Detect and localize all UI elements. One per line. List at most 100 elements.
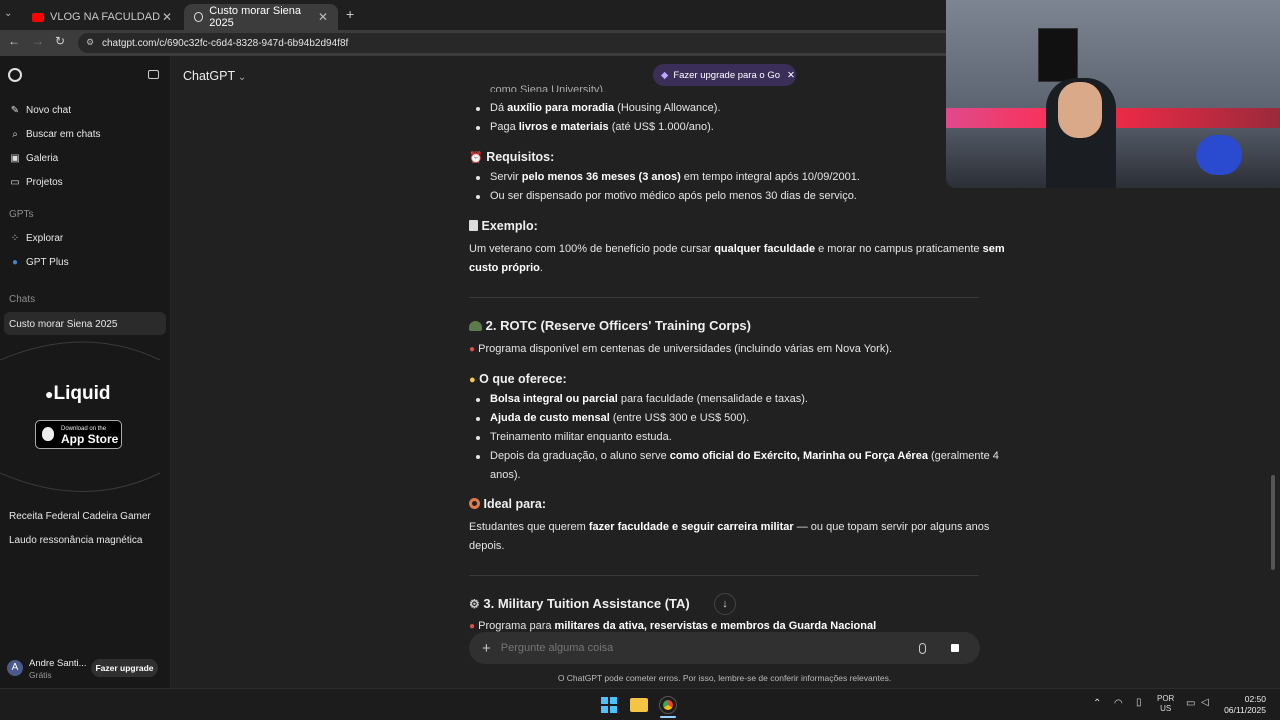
chat-item-siena[interactable]: Custo morar Siena 2025 bbox=[9, 316, 117, 332]
gpt-avatar-icon: ● bbox=[11, 256, 19, 268]
chat-item-label: Receita Federal Cadeira Gamer bbox=[9, 510, 151, 522]
store-name-text: App Store bbox=[61, 432, 119, 446]
ad-brand: Liquid bbox=[53, 383, 111, 404]
search-icon: ⌕ bbox=[12, 128, 18, 140]
upgrade-pill-button[interactable]: ◆ Fazer upgrade para o Go ✕ bbox=[653, 64, 796, 86]
section-heading: ⚙ 3. Military Tuition Assistance (TA) bbox=[469, 596, 690, 611]
section-heading: 2. ROTC (Reserve Officers' Training Corp… bbox=[469, 318, 751, 333]
model-label: ChatGPT bbox=[183, 69, 236, 83]
tab-list-chevron-icon[interactable]: ⌄ bbox=[4, 8, 12, 19]
paragraph: Um veterano com 100% de benefício pode c… bbox=[469, 243, 1005, 255]
scroll-down-button[interactable]: ↓ bbox=[714, 593, 736, 615]
section-heading: Ideal para: bbox=[469, 497, 546, 511]
paragraph: Estudantes que querem fazer faculdade e … bbox=[469, 521, 990, 533]
wall-poster bbox=[1038, 28, 1078, 82]
list-item: Ou ser dispensado por motivo médico após… bbox=[490, 190, 857, 202]
stop-icon bbox=[950, 644, 959, 652]
file-explorer-icon[interactable] bbox=[630, 698, 648, 712]
close-icon[interactable]: ✕ bbox=[318, 10, 328, 24]
list-item: Paga livros e materiais (até US$ 1.000/a… bbox=[490, 121, 714, 133]
tab-vlog[interactable]: VLOG NA FACULDADE EM NY ✕ bbox=[22, 4, 182, 30]
reload-icon[interactable]: ↻ bbox=[55, 34, 65, 48]
back-icon[interactable]: ← bbox=[8, 34, 20, 48]
url-text: chatgpt.com/c/690c32fc-c6d4-8328-947d-6b… bbox=[102, 37, 349, 49]
gpts-heading: GPTs bbox=[9, 209, 34, 220]
openai-icon bbox=[194, 12, 204, 22]
close-icon[interactable]: ✕ bbox=[787, 70, 795, 81]
sidebar-item-search[interactable]: ⌕ Buscar em chats bbox=[10, 126, 100, 142]
sparkle-icon: ◆ bbox=[661, 69, 669, 81]
tab-chatgpt[interactable]: Custo morar Siena 2025 ✕ bbox=[184, 4, 338, 30]
close-icon[interactable]: ✕ bbox=[162, 10, 172, 24]
youtube-icon bbox=[32, 12, 44, 22]
tray-chevron-icon[interactable]: ⌃ bbox=[1093, 698, 1101, 709]
sidebar-item-new-chat[interactable]: ✎ Novo chat bbox=[10, 102, 71, 118]
sidebar-item-label: Novo chat bbox=[26, 104, 72, 116]
chrome-icon[interactable] bbox=[659, 696, 677, 714]
avatar[interactable]: A bbox=[7, 660, 23, 676]
paragraph: ● Programa disponível em centenas de uni… bbox=[469, 343, 893, 355]
apple-icon bbox=[42, 427, 54, 441]
user-name[interactable]: Andre Santi... bbox=[29, 658, 87, 669]
folder-icon: ▭ bbox=[10, 176, 20, 188]
time-text: 02:50 bbox=[1244, 694, 1266, 704]
microphone-icon[interactable] bbox=[918, 642, 926, 654]
sidebar-item-label: Galeria bbox=[26, 152, 59, 164]
face bbox=[1058, 82, 1102, 138]
sidebar-item-gpt-plus[interactable]: ● GPT Plus bbox=[10, 254, 69, 270]
sidebar-item-label: Explorar bbox=[26, 232, 64, 244]
volume-icon[interactable]: ◁ bbox=[1201, 697, 1209, 708]
model-selector[interactable]: ChatGPT ⌄ bbox=[183, 69, 246, 83]
new-tab-icon[interactable]: + bbox=[346, 6, 354, 22]
stop-button[interactable] bbox=[942, 636, 967, 660]
site-info-icon[interactable]: ⚙ bbox=[86, 37, 94, 48]
section-heading: ⏰ Requisitos: bbox=[469, 150, 555, 164]
clock[interactable]: 02:50 06/11/2025 bbox=[1222, 694, 1266, 716]
sidebar-item-projects[interactable]: ▭ Projetos bbox=[10, 174, 62, 190]
grid-icon: ⁘ bbox=[10, 232, 20, 244]
chat-item-label: Custo morar Siena 2025 bbox=[9, 318, 118, 330]
partial-text: como Siena University). bbox=[490, 84, 607, 92]
network-icon[interactable]: ▭ bbox=[1186, 698, 1195, 709]
sidebar-item-gallery[interactable]: ▣ Galeria bbox=[10, 150, 58, 166]
ad-curves bbox=[0, 341, 161, 492]
webcam-overlay bbox=[946, 0, 1280, 188]
language-indicator[interactable]: POR US bbox=[1157, 694, 1174, 714]
prompt-input[interactable] bbox=[500, 642, 901, 654]
active-app-indicator bbox=[660, 716, 676, 718]
bulb-icon: ● bbox=[469, 374, 476, 386]
list-item: Depois da graduação, o aluno serve como … bbox=[490, 450, 999, 462]
app-store-badge[interactable]: Download on the App Store bbox=[35, 420, 122, 449]
sidebar-item-label: GPT Plus bbox=[26, 256, 69, 268]
sidebar-toggle-icon[interactable] bbox=[148, 70, 159, 79]
openai-logo-icon[interactable] bbox=[8, 68, 22, 82]
plus-icon[interactable]: + bbox=[482, 640, 491, 657]
address-bar[interactable]: ⚙ chatgpt.com/c/690c32fc-c6d4-8328-947d-… bbox=[78, 33, 958, 53]
sidebar-item-label: Buscar em chats bbox=[26, 128, 101, 140]
paragraph: depois. bbox=[469, 540, 505, 552]
bullet bbox=[476, 417, 480, 421]
chats-heading: Chats bbox=[9, 294, 36, 305]
partial-text: ● Programa para militares da ativa, rese… bbox=[469, 620, 877, 632]
headset-icon[interactable]: ◠ bbox=[1114, 698, 1123, 709]
bullet bbox=[476, 176, 480, 180]
image-icon: ▣ bbox=[10, 152, 20, 164]
plush-toy bbox=[1196, 135, 1242, 175]
sidebar-item-explore[interactable]: ⁘ Explorar bbox=[10, 230, 63, 246]
ad-liquid[interactable]: ●Liquid bbox=[45, 383, 110, 405]
scrollbar-thumb[interactable] bbox=[1271, 475, 1275, 570]
forward-icon[interactable]: → bbox=[32, 34, 44, 48]
divider bbox=[469, 297, 979, 298]
section-heading: Exemplo: bbox=[469, 219, 538, 233]
windows-start-icon[interactable] bbox=[601, 697, 617, 713]
microphone-tray-icon[interactable]: ▯ bbox=[1136, 697, 1142, 708]
chat-item-receita[interactable]: Receita Federal Cadeira Gamer bbox=[9, 508, 151, 524]
disclaimer: O ChatGPT pode cometer erros. Por isso, … bbox=[557, 673, 892, 683]
chat-item-laudo[interactable]: Laudo ressonância magnética bbox=[9, 532, 142, 548]
alarm-icon: ⏰ bbox=[469, 152, 483, 164]
pin-icon: ● bbox=[469, 621, 476, 632]
sidebar-upgrade-button[interactable]: Fazer upgrade bbox=[91, 659, 158, 677]
chevron-down-icon: ⌄ bbox=[235, 72, 247, 83]
list-item-continued: anos). bbox=[490, 469, 521, 481]
bullet bbox=[476, 436, 480, 440]
